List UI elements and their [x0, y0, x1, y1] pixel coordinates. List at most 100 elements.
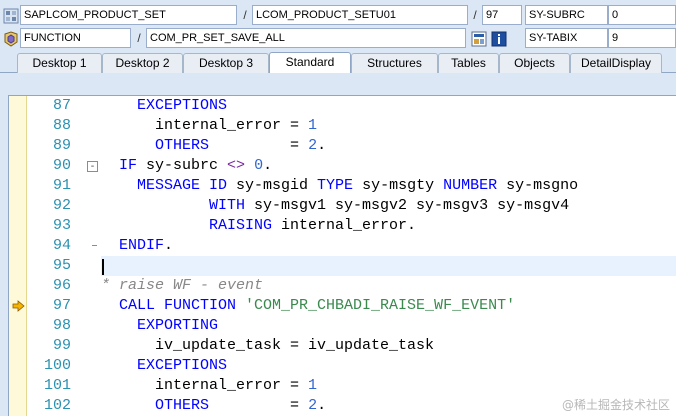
debugger-header: SAPLCOM_PRODUCT_SET / LCOM_PRODUCT_SETU0…: [0, 0, 676, 51]
text-cursor: [102, 259, 104, 275]
separator: /: [137, 31, 141, 45]
line-number: 101: [43, 377, 71, 394]
code-token: WITH: [101, 197, 255, 214]
code-token: =: [209, 397, 309, 414]
line-number: 99: [52, 337, 71, 354]
line-number: 94: [52, 237, 71, 254]
line-number: 88: [52, 117, 71, 134]
fold-end-marker: [92, 245, 97, 246]
tab-desktop-3[interactable]: Desktop 3: [183, 53, 269, 73]
code-text: WITH sy-msgv1 sy-msgv2 sy-msgv3 sy-msgv4: [101, 196, 569, 216]
event-type-field[interactable]: FUNCTION: [20, 28, 131, 48]
code-token: =: [209, 137, 309, 154]
code-token: sy-msgno: [506, 177, 579, 194]
code-token: sy-msgty: [362, 177, 444, 194]
code-line[interactable]: 94 ENDIF.: [9, 236, 676, 256]
line-number: 100: [43, 357, 71, 374]
code-token: MESSAGE ID: [101, 177, 237, 194]
variable-name-field[interactable]: SY-TABIX: [525, 28, 608, 48]
include-field[interactable]: LCOM_PRODUCT_SETU01: [252, 5, 468, 25]
code-line[interactable]: 99 iv_update_task = iv_update_task: [9, 336, 676, 356]
line-number: 91: [52, 177, 71, 194]
line-number: 87: [52, 97, 71, 114]
detail-view-icon[interactable]: [471, 31, 487, 47]
code-token: * raise WF - event: [101, 277, 264, 294]
code-text: internal_error = 1: [101, 376, 317, 396]
line-number: 97: [52, 297, 71, 314]
code-text: IF sy-subrc <> 0.: [101, 156, 272, 176]
code-token: 2: [308, 137, 318, 154]
code-text: EXPORTING: [101, 316, 218, 336]
variable-value-field[interactable]: 0: [608, 5, 676, 25]
code-line[interactable]: 87 EXCEPTIONS: [9, 96, 676, 116]
info-icon[interactable]: [491, 31, 507, 47]
code-token: =: [290, 117, 309, 134]
code-line[interactable]: 101 internal_error = 1: [9, 376, 676, 396]
code-text: ENDIF.: [101, 236, 173, 256]
line-number: 93: [52, 217, 71, 234]
code-line[interactable]: 98 EXPORTING: [9, 316, 676, 336]
tab-objects[interactable]: Objects: [499, 53, 570, 73]
function-block-icon: [3, 31, 19, 47]
tab-detail-display[interactable]: DetailDisplay: [570, 53, 662, 73]
line-number: 90: [52, 157, 71, 174]
code-token: TYPE: [317, 177, 363, 194]
code-token: =: [290, 377, 309, 394]
code-token: NUMBER: [443, 177, 507, 194]
code-text: OTHERS = 2.: [101, 136, 326, 156]
code-line[interactable]: 93 RAISING internal_error.: [9, 216, 676, 236]
current-statement-arrow-icon: [12, 300, 25, 312]
line-number: 95: [52, 257, 71, 274]
line-number: 89: [52, 137, 71, 154]
variable-name-field[interactable]: SY-SUBRC: [525, 5, 608, 25]
code-token: iv_update_task = iv_update_task: [101, 337, 435, 354]
code-text: internal_error = 1: [101, 116, 317, 136]
code-line[interactable]: 97 CALL FUNCTION 'COM_PR_CHBADI_RAISE_WF…: [9, 296, 676, 316]
code-token: EXPORTING: [101, 317, 219, 334]
line-number: 102: [43, 397, 71, 414]
code-token: .: [263, 157, 273, 174]
code-line[interactable]: 91 MESSAGE ID sy-msgid TYPE sy-msgty NUM…: [9, 176, 676, 196]
code-token: OTHERS: [101, 397, 210, 414]
event-name-field[interactable]: COM_PR_SET_SAVE_ALL: [146, 28, 466, 48]
separator: /: [243, 8, 247, 22]
code-token: .: [317, 397, 327, 414]
tab-tables[interactable]: Tables: [438, 53, 499, 73]
code-token: OTHERS: [101, 137, 210, 154]
variable-value-field[interactable]: 9: [608, 28, 676, 48]
code-text: EXCEPTIONS: [101, 96, 227, 116]
tab-desktop-1[interactable]: Desktop 1: [17, 53, 102, 73]
code-token: internal_error.: [281, 217, 417, 234]
fold-toggle-icon[interactable]: -: [87, 161, 98, 172]
code-token: 0: [254, 157, 264, 174]
separator: /: [473, 8, 477, 22]
code-text: CALL FUNCTION 'COM_PR_CHBADI_RAISE_WF_EV…: [101, 296, 515, 316]
code-token: EXCEPTIONS: [101, 97, 228, 114]
program-field[interactable]: SAPLCOM_PRODUCT_SET: [20, 5, 237, 25]
code-text: MESSAGE ID sy-msgid TYPE sy-msgty NUMBER…: [101, 176, 578, 196]
code-line[interactable]: 100 EXCEPTIONS: [9, 356, 676, 376]
code-token: RAISING: [101, 217, 282, 234]
code-text: RAISING internal_error.: [101, 216, 416, 236]
tab-standard[interactable]: Standard: [269, 52, 351, 74]
code-token: .: [164, 237, 174, 254]
code-line[interactable]: 89 OTHERS = 2.: [9, 136, 676, 156]
code-token: <>: [227, 157, 246, 174]
code-token: IF: [101, 157, 147, 174]
tab-desktop-2[interactable]: Desktop 2: [102, 53, 183, 73]
code-line[interactable]: 95: [9, 256, 676, 276]
code-line[interactable]: 88 internal_error = 1: [9, 116, 676, 136]
tab-structures[interactable]: Structures: [351, 53, 438, 73]
code-line[interactable]: 92 WITH sy-msgv1 sy-msgv2 sy-msgv3 sy-ms…: [9, 196, 676, 216]
line-number-field[interactable]: 97: [482, 5, 522, 25]
code-token: EXCEPTIONS: [101, 357, 228, 374]
code-token: 1: [308, 117, 318, 134]
source-code-editor[interactable]: 87 EXCEPTIONS 88 internal_error = 1 89 OTH…: [8, 95, 676, 416]
line-number: 98: [52, 317, 71, 334]
code-token: .: [317, 137, 327, 154]
code-line[interactable]: 96 * raise WF - event: [9, 276, 676, 296]
code-line[interactable]: 90 - IF sy-subrc <> 0.: [9, 156, 676, 176]
program-grid-icon: [3, 8, 19, 24]
code-token: sy-msgid: [236, 177, 318, 194]
